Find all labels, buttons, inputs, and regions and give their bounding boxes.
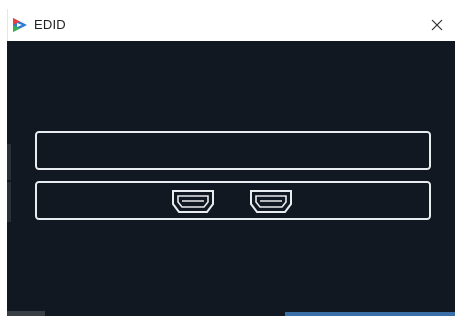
- hdmi-port-button[interactable]: [170, 189, 216, 215]
- close-icon: [431, 19, 443, 31]
- taskbar-fragment: [7, 311, 45, 316]
- window-title: EDID: [34, 17, 66, 32]
- taskbar-accent-fragment: [285, 312, 455, 316]
- left-edge-strip: [7, 144, 11, 180]
- edid-info-panel: [35, 131, 431, 170]
- app-logo-icon: [12, 17, 28, 33]
- edid-window: EDID: [7, 9, 455, 316]
- edid-content-area: [7, 41, 455, 316]
- title-bar: EDID: [7, 9, 455, 41]
- close-button[interactable]: [419, 9, 455, 41]
- left-edge-strip-lower: [7, 182, 11, 222]
- hdmi-port-icon: [170, 189, 216, 215]
- ports-panel: [35, 181, 431, 220]
- hdmi-port-button[interactable]: [248, 189, 294, 215]
- hdmi-port-icon: [248, 189, 294, 215]
